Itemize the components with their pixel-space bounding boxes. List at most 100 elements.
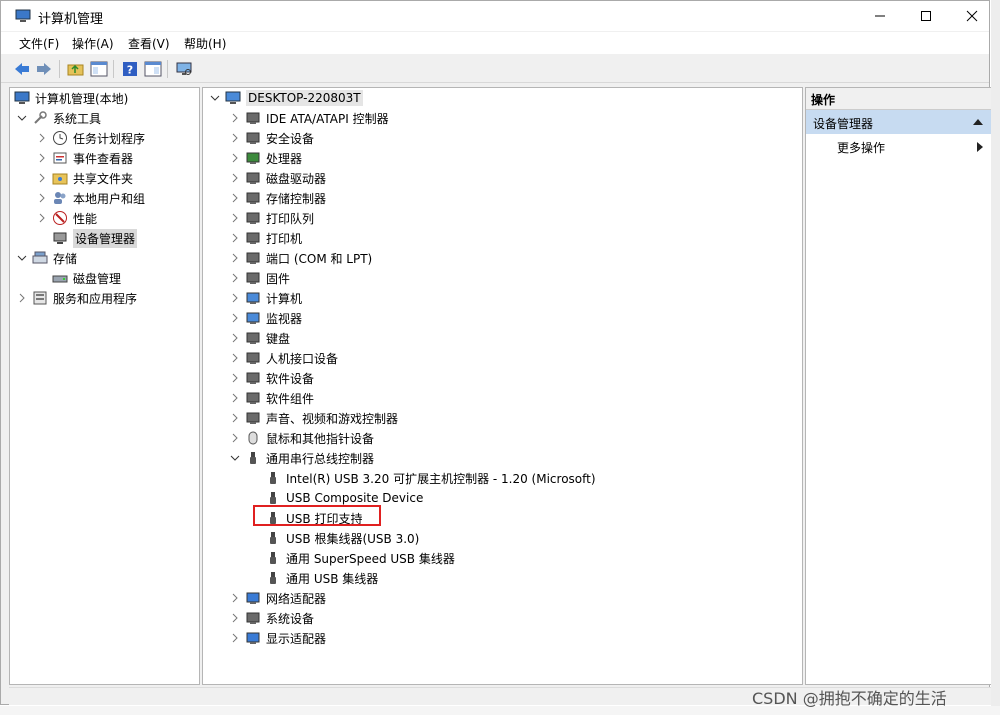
chevron-right-icon[interactable] xyxy=(229,292,241,304)
chevron-right-icon[interactable] xyxy=(229,132,241,144)
chevron-right-icon[interactable] xyxy=(229,632,241,644)
chevron-right-icon[interactable] xyxy=(36,152,48,164)
chevron-right-icon[interactable] xyxy=(229,592,241,604)
help-button[interactable]: ? xyxy=(120,59,140,79)
tree-item-computer-management[interactable]: 计算机管理(本地) xyxy=(14,88,128,108)
device-category-label: 存储控制器 xyxy=(266,191,327,206)
port-icon xyxy=(245,250,261,266)
device-category[interactable]: 通用串行总线控制器 xyxy=(229,448,374,468)
device-category[interactable]: 打印机 xyxy=(229,228,302,248)
device-category[interactable]: 键盘 xyxy=(229,328,290,348)
device-category[interactable]: 打印队列 xyxy=(229,208,314,228)
tree-item-disk-management[interactable]: 磁盘管理 xyxy=(52,268,121,288)
usb-device-item[interactable]: Intel(R) USB 3.20 可扩展主机控制器 - 1.20 (Micro… xyxy=(265,468,596,488)
device-category[interactable]: 鼠标和其他指针设备 xyxy=(229,428,374,448)
tree-item-system-tools[interactable]: 系统工具 xyxy=(16,108,101,128)
device-category[interactable]: 处理器 xyxy=(229,148,302,168)
device-category[interactable]: 显示适配器 xyxy=(229,628,326,648)
device-category[interactable]: 磁盘驱动器 xyxy=(229,168,326,188)
device-category[interactable]: 计算机 xyxy=(229,288,302,308)
chevron-right-icon[interactable] xyxy=(36,172,48,184)
usb-device-item[interactable]: 通用 SuperSpeed USB 集线器 xyxy=(265,548,455,568)
computer-management-icon xyxy=(14,90,30,106)
chevron-right-icon[interactable] xyxy=(229,192,241,204)
menu-action[interactable]: 操作(A) xyxy=(72,35,114,52)
device-category[interactable]: 软件组件 xyxy=(229,388,314,408)
console-tree-pane[interactable]: 计算机管理(本地) 系统工具 任务计划程序 事件查看器 共享文件夹 本地用户和组 xyxy=(9,87,200,685)
chevron-right-icon[interactable] xyxy=(229,392,241,404)
device-category[interactable]: 存储控制器 xyxy=(229,188,326,208)
chevron-right-icon[interactable] xyxy=(229,372,241,384)
chevron-right-icon[interactable] xyxy=(16,292,28,304)
minimize-button[interactable] xyxy=(857,1,903,31)
chevron-down-icon[interactable] xyxy=(209,92,221,104)
device-tree-pane[interactable]: DESKTOP-220803T IDE ATA/ATAPI 控制器 安全设备 处理器… xyxy=(202,87,803,685)
disk-drive-icon xyxy=(245,170,261,186)
chevron-right-icon[interactable] xyxy=(229,432,241,444)
computer-management-icon xyxy=(15,9,31,22)
chevron-right-icon[interactable] xyxy=(229,112,241,124)
print-queue-icon xyxy=(245,210,261,226)
tree-item-performance[interactable]: 性能 xyxy=(36,208,97,228)
device-category[interactable]: 端口 (COM 和 LPT) xyxy=(229,248,372,268)
actions-section-device-manager[interactable]: 设备管理器 xyxy=(806,110,991,134)
toolbar-separator xyxy=(59,60,60,78)
chevron-right-icon[interactable] xyxy=(229,332,241,344)
tree-item-services-apps[interactable]: 服务和应用程序 xyxy=(16,288,137,308)
scan-hardware-button[interactable] xyxy=(174,59,194,79)
up-level-button[interactable] xyxy=(66,59,86,79)
usb-icon xyxy=(265,470,281,486)
device-category[interactable]: 软件设备 xyxy=(229,368,314,388)
chevron-right-icon[interactable] xyxy=(36,192,48,204)
usb-device-item[interactable]: USB 根集线器(USB 3.0) xyxy=(265,528,419,548)
menu-file[interactable]: 文件(F) xyxy=(19,35,59,52)
device-category[interactable]: 声音、视频和游戏控制器 xyxy=(229,408,398,428)
tree-item-label: 服务和应用程序 xyxy=(53,291,138,306)
collapse-up-icon[interactable] xyxy=(973,118,983,126)
maximize-button[interactable] xyxy=(903,1,949,31)
chevron-right-icon[interactable] xyxy=(229,212,241,224)
device-category-label: 固件 xyxy=(266,271,291,286)
close-button[interactable] xyxy=(949,1,995,31)
tree-item-device-manager[interactable]: 设备管理器 xyxy=(52,228,138,248)
chevron-right-icon[interactable] xyxy=(229,412,241,424)
action-pane-button[interactable] xyxy=(143,59,163,79)
tree-item-task-scheduler[interactable]: 任务计划程序 xyxy=(36,128,145,148)
more-actions-item[interactable]: 更多操作 xyxy=(837,139,885,156)
chevron-right-icon[interactable] xyxy=(229,232,241,244)
chevron-right-icon[interactable] xyxy=(229,252,241,264)
chevron-down-icon[interactable] xyxy=(229,452,241,464)
title-bar[interactable]: 计算机管理 xyxy=(1,1,989,31)
tree-item-storage[interactable]: 存储 xyxy=(16,248,77,268)
chevron-down-icon[interactable] xyxy=(16,112,28,124)
device-category[interactable]: IDE ATA/ATAPI 控制器 xyxy=(229,108,389,128)
chevron-right-icon[interactable] xyxy=(229,312,241,324)
chevron-down-icon[interactable] xyxy=(16,252,28,264)
show-hide-tree-button[interactable] xyxy=(89,59,109,79)
device-category-label: 显示适配器 xyxy=(266,631,327,646)
chevron-right-icon[interactable] xyxy=(229,272,241,284)
tree-item-event-viewer[interactable]: 事件查看器 xyxy=(36,148,133,168)
chevron-right-icon[interactable] xyxy=(229,172,241,184)
usb-device-item[interactable]: 通用 USB 集线器 xyxy=(265,568,378,588)
device-category[interactable]: 监视器 xyxy=(229,308,302,328)
back-button[interactable] xyxy=(12,59,32,79)
device-category[interactable]: 固件 xyxy=(229,268,290,288)
chevron-right-icon[interactable] xyxy=(229,352,241,364)
device-category[interactable]: 系统设备 xyxy=(229,608,314,628)
tree-item-local-users[interactable]: 本地用户和组 xyxy=(36,188,145,208)
device-category[interactable]: 人机接口设备 xyxy=(229,348,338,368)
forward-button[interactable] xyxy=(34,59,54,79)
device-tree-root[interactable]: DESKTOP-220803T xyxy=(209,88,363,108)
system-device-icon xyxy=(245,610,261,626)
chevron-right-icon[interactable] xyxy=(36,212,48,224)
tree-item-shared-folders[interactable]: 共享文件夹 xyxy=(36,168,133,188)
device-category[interactable]: 网络适配器 xyxy=(229,588,326,608)
chevron-right-icon[interactable] xyxy=(229,612,241,624)
menu-help[interactable]: 帮助(H) xyxy=(184,35,226,52)
device-category[interactable]: 安全设备 xyxy=(229,128,314,148)
chevron-right-icon[interactable] xyxy=(36,132,48,144)
menu-view[interactable]: 查看(V) xyxy=(128,35,170,52)
chevron-right-icon[interactable] xyxy=(229,152,241,164)
usb-icon xyxy=(245,450,261,466)
